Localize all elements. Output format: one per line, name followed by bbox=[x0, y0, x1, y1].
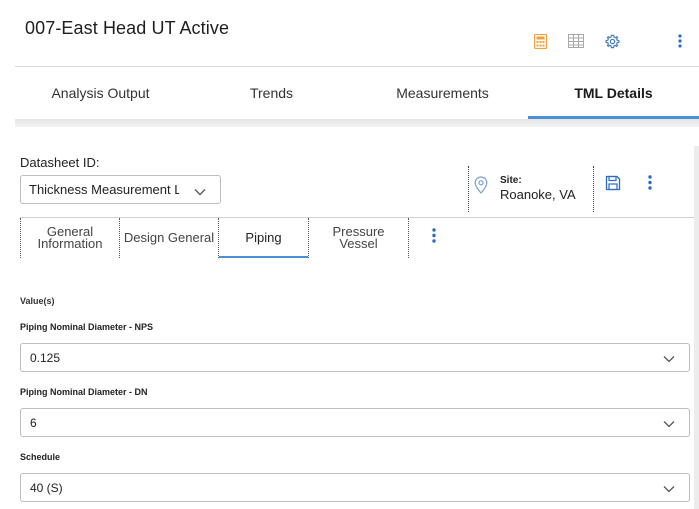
chevron-down-icon bbox=[663, 417, 675, 431]
save-icon[interactable] bbox=[605, 175, 621, 196]
tml-details-panel: Datasheet ID: Thickness Measurement Lc S… bbox=[15, 127, 699, 509]
schedule-select[interactable]: 40 (S) bbox=[20, 473, 690, 502]
subtab-label: Piping bbox=[245, 230, 282, 245]
nps-value: 0.125 bbox=[30, 350, 61, 365]
dn-select[interactable]: 6 bbox=[20, 408, 690, 437]
more-vertical-icon[interactable] bbox=[671, 32, 689, 50]
main-tabs: Analysis Output Trends Measurements TML … bbox=[15, 67, 699, 119]
site-label: Site: bbox=[500, 175, 522, 186]
nps-select[interactable]: 0.125 bbox=[20, 343, 690, 372]
site-info: Site: Roanoke, VA bbox=[468, 166, 594, 212]
table-grid-icon[interactable] bbox=[567, 32, 585, 50]
datasheet-id-select[interactable]: Thickness Measurement Lc bbox=[20, 175, 221, 204]
values-section-label: Value(s) bbox=[20, 296, 55, 306]
dn-value: 6 bbox=[30, 415, 37, 430]
subtab-design-general[interactable]: Design General bbox=[120, 218, 219, 258]
gear-icon[interactable] bbox=[603, 32, 621, 50]
dn-label: Piping Nominal Diameter - DN bbox=[20, 387, 148, 397]
datasheet-subtabs: General Information Design General Piping… bbox=[20, 218, 460, 258]
tab-measurements[interactable]: Measurements bbox=[357, 67, 528, 119]
subtab-general-information[interactable]: General Information bbox=[20, 218, 120, 258]
nps-label: Piping Nominal Diameter - NPS bbox=[20, 322, 154, 332]
tabs-shadow bbox=[15, 119, 699, 127]
schedule-value: 40 (S) bbox=[30, 480, 63, 495]
page-header: 007-East Head UT Active bbox=[0, 0, 699, 66]
subtab-pressure-vessel[interactable]: Pressure Vessel bbox=[309, 218, 409, 258]
chevron-down-icon bbox=[663, 482, 675, 496]
location-pin-icon bbox=[474, 176, 488, 199]
datasheet-id-value: Thickness Measurement Lc bbox=[29, 182, 179, 197]
calculator-icon[interactable] bbox=[531, 32, 549, 50]
chevron-down-icon bbox=[663, 352, 675, 366]
schedule-label: Schedule bbox=[20, 452, 61, 462]
subtab-label: Design General bbox=[123, 230, 215, 245]
datasheet-more-icon[interactable] bbox=[648, 175, 652, 195]
datasheet-id-label: Datasheet ID: bbox=[20, 155, 100, 170]
tab-trends[interactable]: Trends bbox=[186, 67, 357, 119]
tab-tml-details[interactable]: TML Details bbox=[528, 67, 699, 119]
subtab-label-line2: Vessel bbox=[339, 236, 378, 251]
subtabs-more-icon[interactable] bbox=[432, 228, 436, 248]
tab-analysis-output[interactable]: Analysis Output bbox=[15, 67, 186, 119]
site-value: Roanoke, VA bbox=[500, 187, 576, 202]
vertical-scrollbar[interactable] bbox=[694, 146, 699, 509]
subtab-label-line2: Information bbox=[37, 236, 103, 251]
subtab-piping[interactable]: Piping bbox=[219, 218, 309, 258]
page-title: 007-East Head UT Active bbox=[25, 18, 230, 38]
chevron-down-icon bbox=[194, 184, 206, 199]
